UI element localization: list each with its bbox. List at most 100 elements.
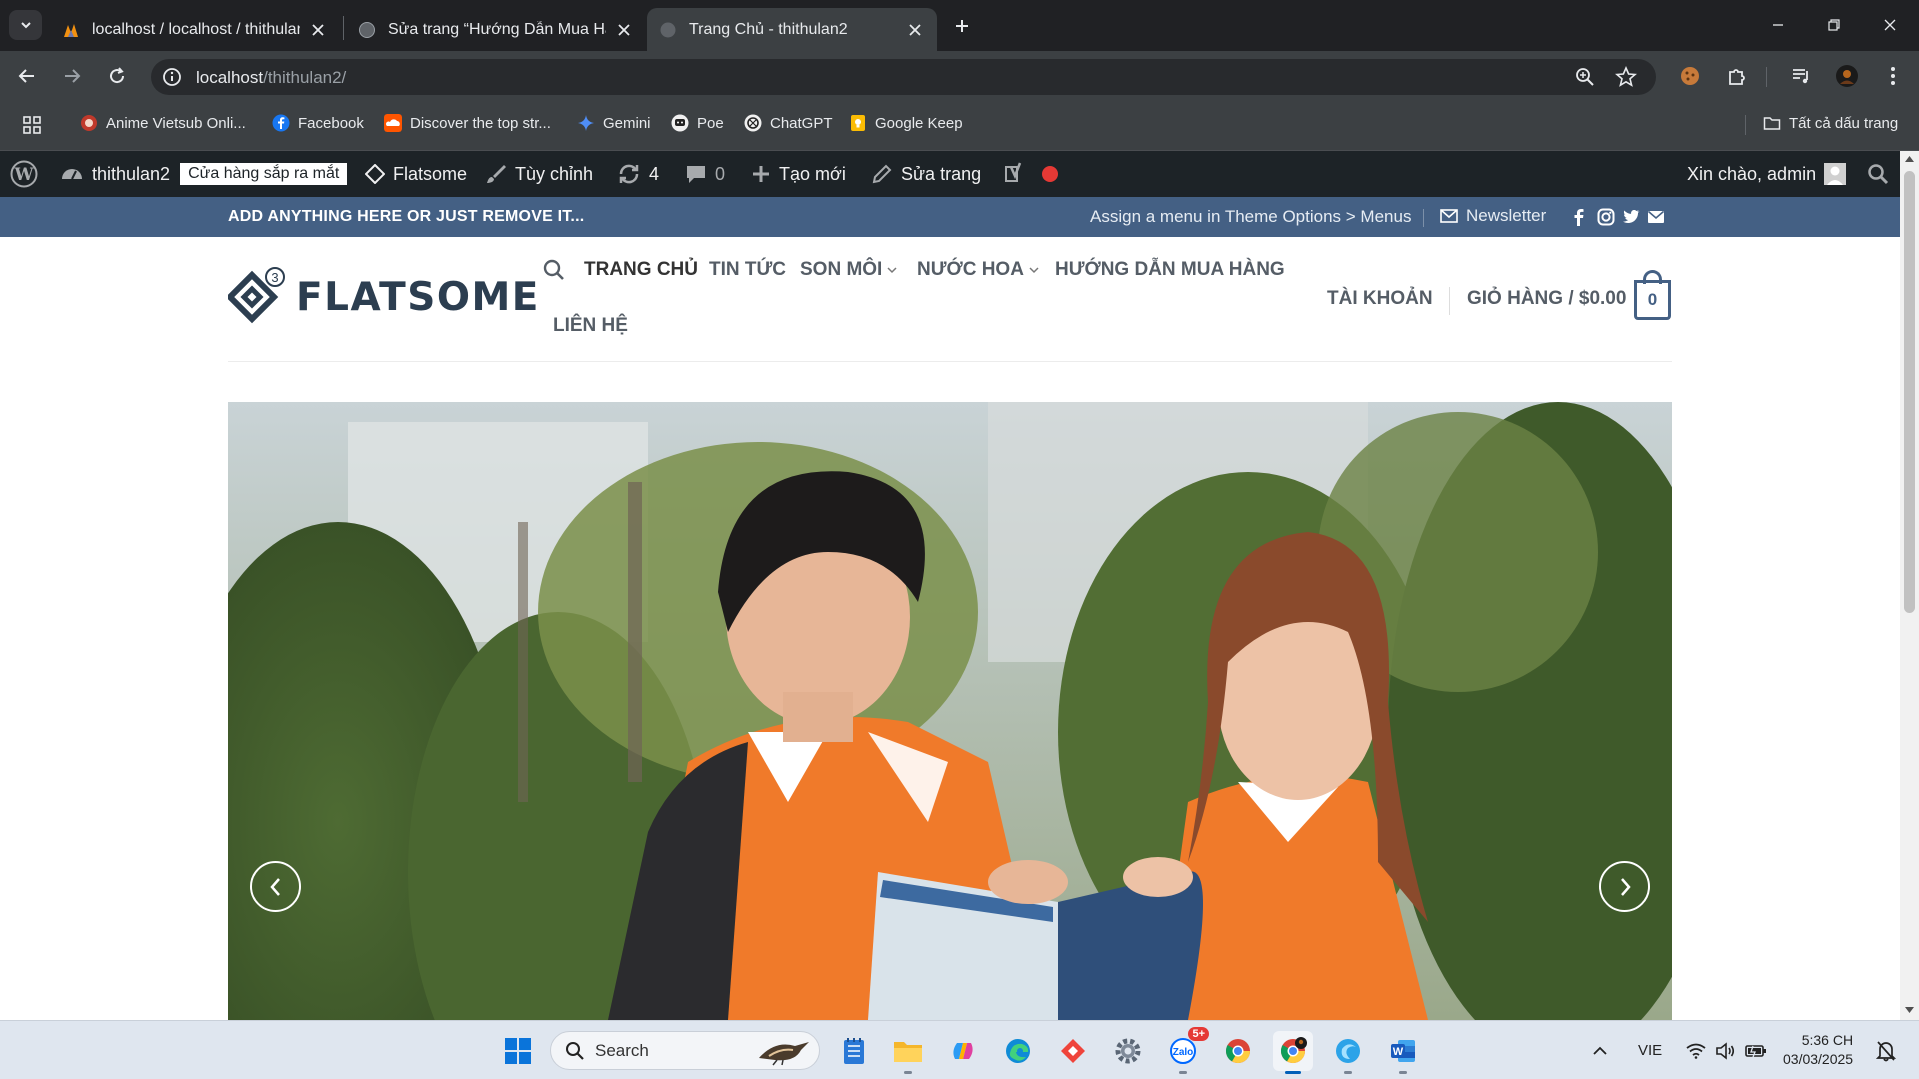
twitter-icon[interactable] — [1622, 208, 1640, 226]
restore-icon — [1828, 19, 1840, 31]
extensions-button[interactable] — [1721, 60, 1753, 92]
bookmark-google-keep[interactable]: Google Keep — [849, 114, 963, 132]
cart-count-badge[interactable]: 0 — [1634, 280, 1671, 320]
system-clock[interactable]: 5:36 CH 03/03/2025 — [1783, 1031, 1853, 1069]
star-icon[interactable] — [1615, 66, 1637, 88]
facebook-icon[interactable] — [1570, 208, 1588, 226]
taskbar-app-zalo[interactable]: Zalo 5+ — [1163, 1027, 1209, 1074]
info-icon[interactable] — [161, 66, 183, 88]
seo-score-indicator — [1042, 151, 1058, 197]
close-icon[interactable] — [905, 20, 925, 40]
scroll-down-icon[interactable] — [1905, 1007, 1914, 1013]
tab-search-button[interactable] — [9, 10, 42, 40]
bookmark-anime[interactable]: Anime Vietsub Onli... — [80, 114, 246, 132]
newsletter-link[interactable]: Newsletter — [1440, 206, 1546, 226]
admin-search-button[interactable] — [1867, 151, 1889, 197]
taskbar-search[interactable]: Search — [550, 1031, 820, 1070]
address-bar[interactable]: localhost/thithulan2/ — [151, 59, 1656, 95]
browser-tab-edit-page[interactable]: Sửa trang “Hướng Dẫn Mua Hàng” — [346, 8, 646, 51]
bookmark-gemini[interactable]: Gemini — [577, 114, 651, 132]
language-indicator[interactable]: VIE — [1638, 1021, 1662, 1079]
start-button[interactable] — [498, 1031, 538, 1071]
cookie-extension-button[interactable] — [1674, 60, 1706, 92]
taskbar-app-copilot[interactable] — [943, 1031, 983, 1071]
taskbar-app-edge-beta[interactable] — [1328, 1031, 1368, 1074]
email-icon[interactable] — [1647, 208, 1665, 226]
back-button[interactable] — [11, 60, 43, 92]
network-status[interactable] — [1686, 1021, 1706, 1079]
minimize-button[interactable] — [1758, 10, 1798, 40]
new-content-menu[interactable]: Tạo mới — [751, 151, 846, 197]
wp-logo-menu[interactable]: W — [10, 151, 38, 197]
instagram-icon[interactable] — [1597, 208, 1615, 226]
top-bar-menu-hint[interactable]: Assign a menu in Theme Options > Menus — [1090, 207, 1411, 227]
all-bookmarks-button[interactable]: Tất cả dấu trang — [1763, 114, 1898, 132]
nav-label: TRANG CHỦ — [584, 259, 698, 280]
taskbar-app-chrome[interactable] — [1218, 1031, 1258, 1071]
nav-item-huong-dan-mua-hang[interactable]: HƯỚNG DẪN MUA HÀNG — [1055, 259, 1285, 281]
slider-prev-button[interactable] — [250, 861, 301, 912]
bookmark-facebook[interactable]: Facebook — [272, 114, 364, 132]
flatsome-menu[interactable]: Flatsome — [365, 151, 467, 197]
close-window-button[interactable] — [1870, 10, 1910, 40]
battery-status[interactable] — [1745, 1021, 1767, 1079]
profile-button[interactable] — [1831, 60, 1863, 92]
notification-center-button[interactable] — [1876, 1021, 1896, 1079]
slider-next-button[interactable] — [1599, 861, 1650, 912]
browser-menu-button[interactable] — [1877, 60, 1909, 92]
new-tab-button[interactable] — [948, 12, 976, 40]
nav-item-nuoc-hoa[interactable]: NƯỚC HOA — [917, 259, 1040, 281]
soundcloud-icon — [384, 114, 402, 132]
browser-tab-home[interactable]: Trang Chủ - thithulan2 — [647, 8, 937, 51]
tab-title: Sửa trang “Hướng Dẫn Mua Hàng” — [388, 20, 606, 38]
comments-menu[interactable]: 0 — [685, 151, 725, 197]
page-scrollbar[interactable] — [1900, 151, 1919, 1020]
nav-item-son-moi[interactable]: SON MÔI — [800, 259, 898, 281]
bell-icon — [1876, 1040, 1896, 1061]
nav-item-lien-he[interactable]: LIÊN HỆ — [553, 315, 628, 337]
taskbar-app-word[interactable]: W — [1383, 1031, 1423, 1074]
taskbar-app-chrome-profile[interactable] — [1273, 1031, 1313, 1074]
forward-button[interactable] — [56, 60, 88, 92]
tray-overflow-button[interactable] — [1592, 1021, 1608, 1079]
coming-soon-badge[interactable]: Cửa hàng sắp ra mắt — [180, 163, 348, 185]
volume-control[interactable] — [1715, 1021, 1735, 1079]
site-name-menu[interactable]: thithulan2 Cửa hàng sắp ra mắt — [60, 151, 348, 197]
apps-grid-icon — [23, 116, 41, 134]
customize-menu[interactable]: Tùy chỉnh — [485, 151, 593, 197]
scrollbar-thumb[interactable] — [1904, 171, 1915, 613]
taskbar-app-notepad[interactable] — [834, 1031, 874, 1071]
edit-page-menu[interactable]: Sửa trang — [871, 151, 981, 197]
top-bar-divider — [1423, 209, 1424, 227]
my-account-menu[interactable]: Xin chào, admin — [1687, 151, 1847, 197]
cart-link[interactable]: GIỎ HÀNG / $0.00 — [1467, 288, 1626, 310]
taskbar-app-settings[interactable] — [1108, 1031, 1148, 1071]
site-logo[interactable]: 3 FLATSOME — [228, 267, 540, 327]
bookmark-soundcloud[interactable]: Discover the top str... — [384, 114, 551, 132]
taskbar-app-anydesk[interactable] — [1053, 1031, 1093, 1071]
apps-button[interactable] — [22, 115, 42, 135]
nav-item-tin-tuc[interactable]: TIN TỨC — [709, 259, 786, 281]
updates-menu[interactable]: 4 — [617, 151, 659, 197]
media-control-button[interactable] — [1785, 60, 1817, 92]
wifi-icon — [1686, 1043, 1706, 1059]
restore-button[interactable] — [1814, 10, 1854, 40]
record-dot-icon — [1042, 166, 1058, 182]
tab-separator — [343, 16, 344, 40]
close-icon[interactable] — [614, 20, 634, 40]
bookmark-chatgpt[interactable]: ChatGPT — [744, 114, 833, 132]
account-link[interactable]: TÀI KHOẢN — [1327, 288, 1433, 310]
reload-button[interactable] — [101, 60, 133, 92]
search-icon[interactable] — [543, 259, 565, 281]
nav-label: LIÊN HỆ — [553, 315, 628, 336]
bookmark-poe[interactable]: Poe — [671, 114, 724, 132]
browser-tab-phpmyadmin[interactable]: localhost / localhost / thithulan2 — [50, 8, 340, 51]
taskbar-app-file-explorer[interactable] — [888, 1031, 928, 1074]
taskbar-app-edge[interactable] — [998, 1031, 1038, 1071]
nav-item-trang-chu[interactable]: TRANG CHỦ — [584, 259, 698, 281]
zoom-icon[interactable] — [1574, 66, 1596, 88]
url-text[interactable]: localhost/thithulan2/ — [196, 68, 346, 88]
yoast-seo-menu[interactable] — [1003, 151, 1029, 197]
close-icon[interactable] — [308, 20, 328, 40]
scroll-up-icon[interactable] — [1905, 156, 1914, 162]
